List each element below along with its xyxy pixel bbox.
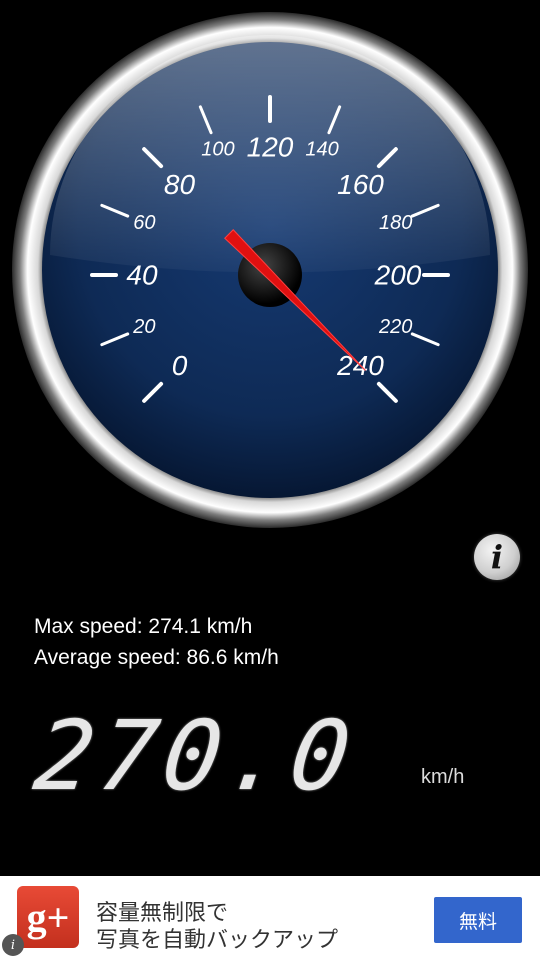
ad-free-button[interactable]: 無料 xyxy=(434,897,522,943)
ad-subline: 写真を自動バックアップ xyxy=(96,928,339,953)
gauge-label-20: 20 xyxy=(132,316,155,338)
speed-unit: km/h xyxy=(421,766,465,788)
gauge-label-140: 140 xyxy=(305,138,338,160)
gauge-label-40: 40 xyxy=(126,260,158,291)
gauge-label-200: 200 xyxy=(374,260,422,291)
gauge-label-100: 100 xyxy=(201,138,234,160)
ad-info-icon[interactable]: i xyxy=(2,934,24,956)
max-speed-text: Max speed: 274.1 km/h xyxy=(34,615,253,638)
current-speed-readout: 270.0 xyxy=(28,700,363,812)
gauge-label-0: 0 xyxy=(172,350,188,381)
ad-banner[interactable]: g+ 容量無制限で 写真を自動バックアップ 無料 i xyxy=(0,876,540,960)
info-button[interactable]: i xyxy=(474,534,520,580)
average-speed-text: Average speed: 86.6 km/h xyxy=(34,646,279,669)
gauge-label-120: 120 xyxy=(247,132,294,163)
speedometer-gauge: 040801201602002402060100140180220 xyxy=(12,12,528,528)
gauge-label-220: 220 xyxy=(378,316,412,338)
gauge-label-160: 160 xyxy=(337,169,384,200)
gauge-label-60: 60 xyxy=(133,212,155,234)
google-plus-icon: g+ xyxy=(17,886,79,948)
gauge-label-180: 180 xyxy=(379,212,412,234)
gauge-label-80: 80 xyxy=(164,169,196,200)
info-icon: i xyxy=(490,538,504,576)
